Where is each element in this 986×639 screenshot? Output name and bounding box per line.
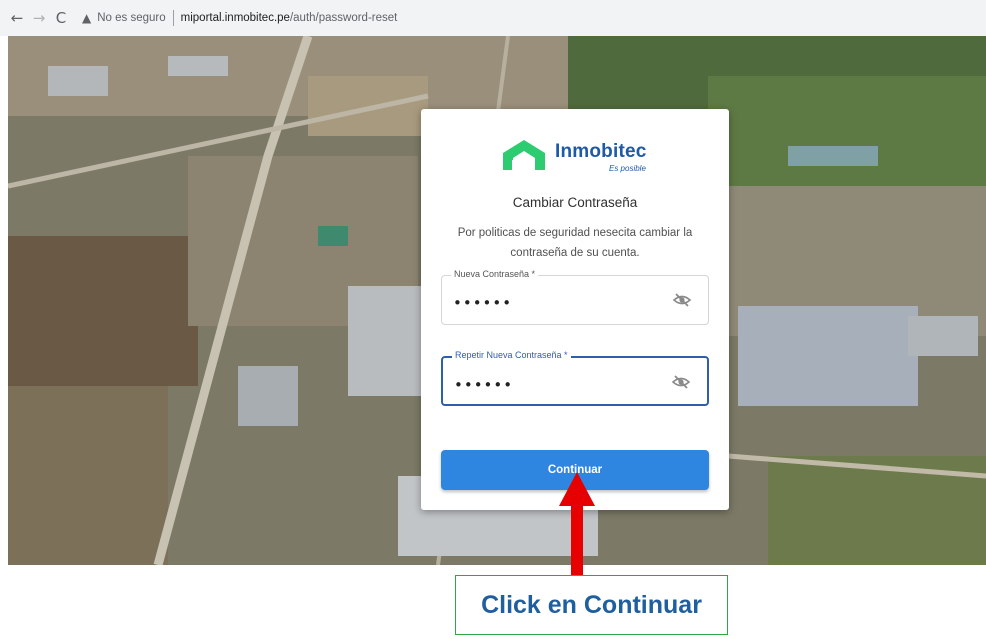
back-icon[interactable]: ←	[6, 7, 28, 29]
address-separator	[172, 10, 174, 26]
new-password-label: Nueva Contraseña *	[451, 269, 539, 279]
page-title: Cambiar Contraseña	[512, 195, 638, 210]
brand-logo: Inmobitec Es posible	[499, 137, 659, 177]
warning-icon: ▲	[82, 11, 92, 25]
eye-off-icon[interactable]	[671, 372, 691, 392]
brand-name: Inmobitec	[555, 141, 647, 162]
forward-icon[interactable]: →	[28, 7, 50, 29]
page-description: Por politicas de seguridad nesecita camb…	[457, 227, 693, 259]
reload-icon[interactable]: C	[50, 7, 72, 29]
address-bar[interactable]: ▲ No es seguro miportal.inmobitec.pe/aut…	[82, 5, 398, 31]
browser-toolbar: ← → C ▲ No es seguro miportal.inmobitec.…	[0, 0, 986, 36]
password-reset-card: Inmobitec Es posible Cambiar Contraseña …	[421, 109, 729, 510]
red-arrow-icon	[559, 472, 595, 578]
annotation-callout: Click en Continuar	[455, 575, 728, 635]
repeat-password-field[interactable]: Repetir Nueva Contraseña * ••••••	[441, 350, 709, 406]
repeat-password-label: Repetir Nueva Contraseña *	[452, 350, 571, 360]
new-password-value: ••••••	[453, 294, 513, 312]
url-path: /auth/password-reset	[289, 12, 398, 24]
security-label: No es seguro	[97, 12, 166, 24]
brand-tagline: Es posible	[609, 164, 646, 173]
url-host: miportal.inmobitec.pe	[180, 12, 290, 24]
house-logo-icon	[503, 140, 545, 170]
repeat-password-value: ••••••	[454, 376, 514, 394]
eye-off-icon[interactable]	[672, 290, 692, 310]
new-password-field[interactable]: Nueva Contraseña * ••••••	[441, 269, 709, 325]
